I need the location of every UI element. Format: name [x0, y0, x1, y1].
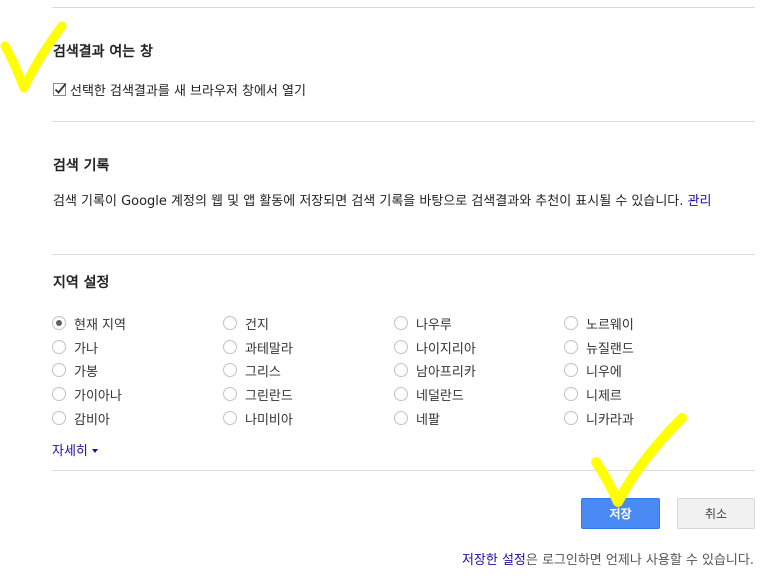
divider: [52, 470, 755, 471]
radio-button[interactable]: [564, 411, 578, 425]
radio-button[interactable]: [394, 387, 408, 401]
radio-button[interactable]: [223, 363, 237, 377]
radio-button[interactable]: [394, 363, 408, 377]
region-label: 그리스: [245, 364, 281, 380]
region-option[interactable]: 가이아나: [52, 384, 122, 404]
new-window-checkbox-row[interactable]: 선택한 검색결과를 새 브라우저 창에서 열기: [53, 80, 306, 99]
region-option[interactable]: 그리스: [223, 360, 281, 380]
region-option[interactable]: 과테말라: [223, 337, 293, 357]
region-label: 니카라과: [586, 412, 634, 428]
region-option[interactable]: 남아프리카: [394, 360, 476, 380]
region-heading: 지역 설정: [53, 275, 110, 291]
radio-button[interactable]: [223, 316, 237, 330]
cancel-button[interactable]: 취소: [677, 498, 755, 529]
region-option[interactable]: 감비아: [52, 408, 110, 428]
more-regions-toggle[interactable]: 자세히: [52, 440, 98, 459]
region-option[interactable]: 니우에: [564, 360, 622, 380]
region-label: 가봉: [74, 364, 98, 380]
region-option[interactable]: 나미비아: [223, 408, 293, 428]
region-label: 감비아: [74, 412, 110, 428]
region-label: 가나: [74, 341, 98, 357]
radio-button[interactable]: [394, 316, 408, 330]
search-history-heading: 검색 기록: [53, 158, 110, 174]
search-history-text: 검색 기록이 Google 계정의 웹 및 앱 활동에 저장되면 검색 기록을 …: [53, 194, 684, 209]
region-label: 나이지리아: [416, 341, 476, 357]
region-label: 현재 지역: [74, 317, 126, 333]
radio-button[interactable]: [52, 340, 66, 354]
chevron-down-icon: [91, 449, 98, 453]
divider: [52, 121, 755, 122]
divider: [52, 7, 755, 8]
region-option[interactable]: 니카라과: [564, 408, 634, 428]
region-option[interactable]: 건지: [223, 313, 269, 333]
region-option[interactable]: 뉴질랜드: [564, 337, 634, 357]
region-option[interactable]: 나우루: [394, 313, 452, 333]
region-label: 노르웨이: [586, 317, 634, 333]
region-option[interactable]: 니제르: [564, 384, 622, 404]
radio-button[interactable]: [564, 363, 578, 377]
region-option[interactable]: 네덜란드: [394, 384, 464, 404]
save-button[interactable]: 저장: [581, 498, 660, 529]
results-window-heading: 검색결과 여는 창: [53, 44, 153, 60]
region-label: 나우루: [416, 317, 452, 333]
saved-settings-link[interactable]: 저장한 설정: [462, 553, 526, 568]
radio-button[interactable]: [394, 411, 408, 425]
region-option[interactable]: 가봉: [52, 360, 98, 380]
new-window-checkbox-label: 선택한 검색결과를 새 브라우저 창에서 열기: [70, 84, 306, 99]
search-history-description: 검색 기록이 Google 계정의 웹 및 앱 활동에 저장되면 검색 기록을 …: [53, 192, 753, 212]
region-label: 과테말라: [245, 341, 293, 357]
region-option[interactable]: 노르웨이: [564, 313, 634, 333]
region-option[interactable]: 나이지리아: [394, 337, 476, 357]
radio-button[interactable]: [564, 316, 578, 330]
new-window-checkbox[interactable]: [53, 83, 67, 96]
footer-text: 은 로그인하면 언제나 사용할 수 있습니다.: [525, 553, 754, 568]
radio-button[interactable]: [394, 340, 408, 354]
region-option[interactable]: 현재 지역: [52, 313, 126, 333]
region-option[interactable]: 가나: [52, 337, 98, 357]
region-label: 남아프리카: [416, 364, 476, 380]
radio-button[interactable]: [223, 387, 237, 401]
region-label: 건지: [245, 317, 269, 333]
footer-note: 저장한 설정은 로그인하면 언제나 사용할 수 있습니다.: [462, 549, 754, 568]
region-label: 네팔: [416, 412, 440, 428]
radio-button[interactable]: [564, 387, 578, 401]
region-label: 니제르: [586, 388, 622, 404]
radio-button[interactable]: [564, 340, 578, 354]
more-regions-link[interactable]: 자세히: [52, 440, 88, 459]
checkmark-icon: [54, 83, 67, 94]
radio-button[interactable]: [52, 411, 66, 425]
divider: [52, 254, 755, 255]
region-option[interactable]: 네팔: [394, 408, 440, 428]
radio-button[interactable]: [52, 316, 66, 330]
region-label: 네덜란드: [416, 388, 464, 404]
region-label: 니우에: [586, 364, 622, 380]
region-label: 나미비아: [245, 412, 293, 428]
region-label: 그린란드: [245, 388, 293, 404]
region-label: 뉴질랜드: [586, 341, 634, 357]
manage-history-link[interactable]: 관리: [688, 194, 712, 209]
region-label: 가이아나: [74, 388, 122, 404]
radio-button[interactable]: [223, 411, 237, 425]
radio-button[interactable]: [52, 387, 66, 401]
radio-button[interactable]: [52, 363, 66, 377]
region-option[interactable]: 그린란드: [223, 384, 293, 404]
radio-button[interactable]: [223, 340, 237, 354]
